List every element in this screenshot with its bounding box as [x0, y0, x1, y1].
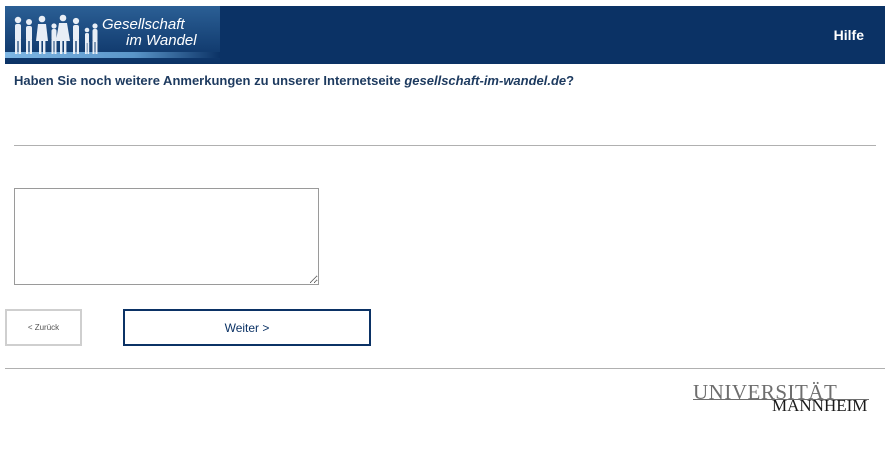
next-button[interactable]: Weiter >: [123, 309, 371, 346]
universitaet-mannheim-logo: UNIVERSITÄT MANNHEIM: [690, 380, 875, 416]
question-text-main: Haben Sie noch weitere Anmerkungen zu un…: [14, 73, 405, 88]
logo-title-line2: im Wandel: [126, 32, 197, 49]
logo-title-line1: Gesellschaft: [102, 16, 185, 33]
question-mark: ?: [566, 73, 575, 88]
header-bar: Gesellschaft im Wandel Hilfe: [5, 6, 885, 64]
university-name-line2: MANNHEIM: [772, 396, 868, 415]
question-text: Haben Sie noch weitere Anmerkungen zu un…: [14, 73, 574, 88]
gesellschaft-im-wandel-logo: Gesellschaft im Wandel: [5, 6, 220, 64]
back-button[interactable]: < Zurück: [5, 309, 82, 346]
website-name: gesellschaft-im-wandel.de: [404, 73, 567, 88]
help-link[interactable]: Hilfe: [834, 27, 864, 43]
comment-textarea[interactable]: [14, 188, 319, 285]
question-divider: [14, 145, 876, 146]
survey-page: Gesellschaft im Wandel Hilfe Haben Sie n…: [0, 0, 893, 454]
footer-divider: [5, 368, 885, 369]
